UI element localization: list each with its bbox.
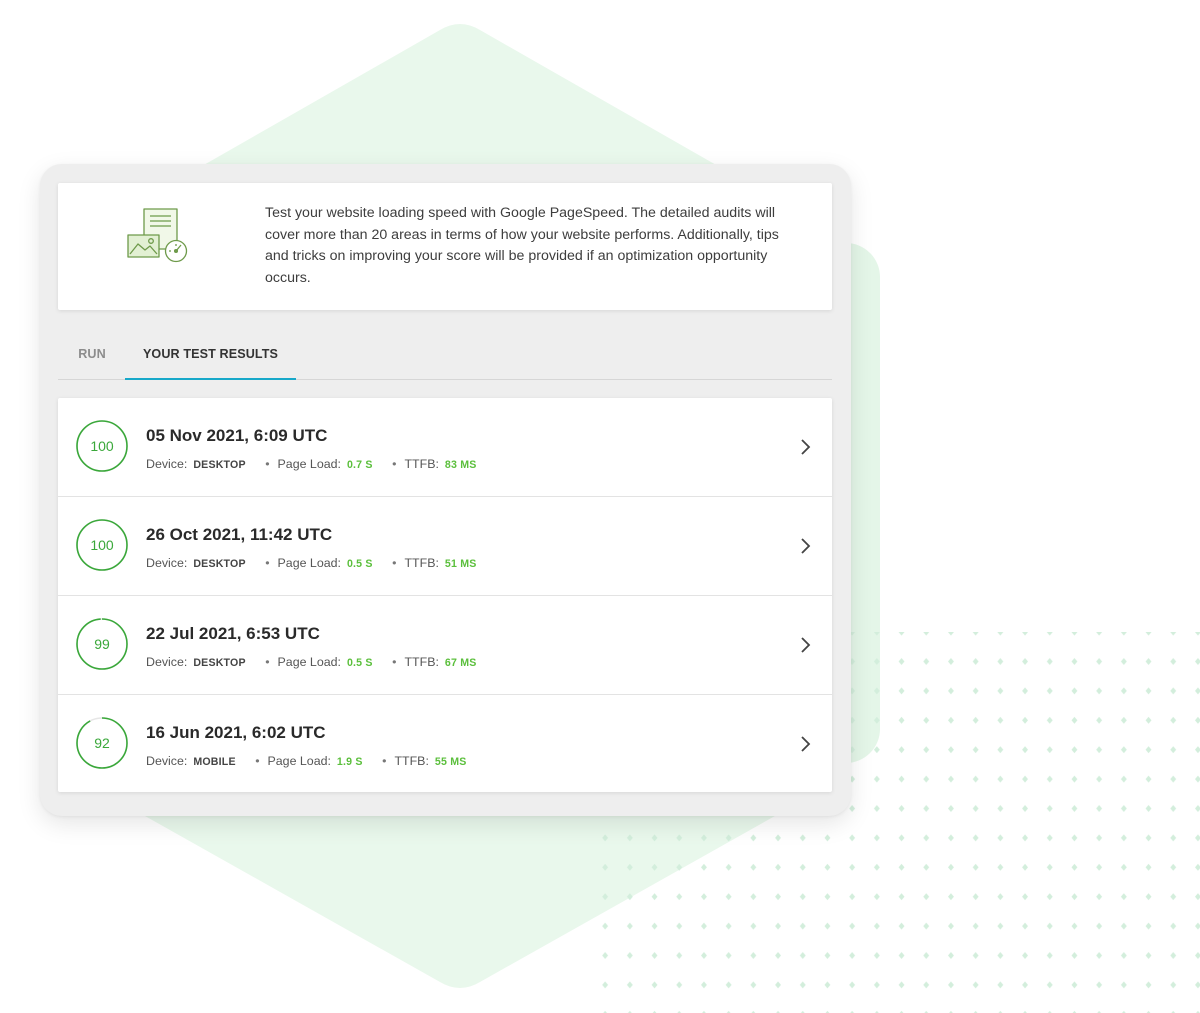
intro-text: Test your website loading speed with Goo… (265, 205, 779, 286)
result-meta: Device: DESKTOP • Page Load: 0.7 S • TTFB: 83… (146, 457, 477, 471)
result-date: 22 Jul 2021, 6:53 UTC (146, 624, 320, 643)
device-value: MOBILE (193, 756, 236, 768)
ttfb-label: TTFB: (394, 754, 429, 768)
score-value: 100 (90, 537, 114, 553)
ttfb-label: TTFB: (404, 655, 439, 669)
device-label: Device: (146, 754, 188, 768)
ttfb-value: 83 MS (444, 459, 477, 471)
score-ring: 100 (76, 519, 128, 571)
tab-run[interactable]: RUN (78, 332, 106, 378)
page-load-label: Page Load: (277, 457, 341, 471)
score-ring: 92 (76, 717, 128, 769)
result-date: 05 Nov 2021, 6:09 UTC (146, 426, 328, 445)
result-tabs: RUN YOUR TEST RESULTS (58, 332, 832, 380)
chevron-right-icon[interactable] (800, 735, 812, 753)
chevron-right-icon[interactable] (800, 537, 812, 555)
result-row[interactable]: 99 22 Jul 2021, 6:53 UTC Device: DESKTOP … (58, 596, 832, 695)
document-image-gauge-icon (127, 208, 188, 263)
result-row[interactable]: 100 26 Oct 2021, 11:42 UTC Device: DESKTO… (58, 497, 832, 596)
page-load-value: 0.7 S (346, 459, 373, 471)
tab-your-test-results[interactable]: YOUR TEST RESULTS (125, 332, 296, 380)
separator: • (255, 754, 260, 768)
page-load-value: 1.9 S (336, 756, 363, 768)
page-load-label: Page Load: (267, 754, 331, 768)
ttfb-value: 51 MS (444, 558, 477, 570)
separator: • (382, 754, 387, 768)
score-value: 92 (94, 735, 110, 751)
result-meta: Device: DESKTOP • Page Load: 0.5 S • TTFB: 67… (146, 655, 477, 669)
score-value: 100 (90, 438, 114, 454)
score-ring: 100 (76, 420, 128, 472)
result-date: 16 Jun 2021, 6:02 UTC (146, 723, 326, 742)
device-label: Device: (146, 556, 188, 570)
separator: • (392, 556, 397, 570)
score-ring: 99 (76, 618, 128, 670)
page-load-value: 0.5 S (346, 558, 373, 570)
separator: • (392, 655, 397, 669)
separator: • (265, 556, 270, 570)
device-value: DESKTOP (193, 558, 246, 570)
page-load-label: Page Load: (277, 556, 341, 570)
result-date: 26 Oct 2021, 11:42 UTC (146, 525, 333, 544)
score-value: 99 (94, 636, 110, 652)
result-meta: Device: MOBILE • Page Load: 1.9 S • TTFB: 55 … (146, 754, 467, 768)
separator: • (265, 655, 270, 669)
page-load-label: Page Load: (277, 655, 341, 669)
device-value: DESKTOP (193, 459, 246, 471)
intro-card: Test your website loading speed with Goo… (58, 183, 832, 310)
result-row[interactable]: 92 16 Jun 2021, 6:02 UTC Device: MOBILE •… (58, 695, 832, 792)
test-results-list: 100 05 Nov 2021, 6:09 UTC Device: DESKTOP… (58, 398, 832, 792)
result-meta: Device: DESKTOP • Page Load: 0.5 S • TTFB: 51… (146, 556, 477, 570)
device-label: Device: (146, 457, 188, 471)
page-load-value: 0.5 S (346, 657, 373, 669)
chevron-right-icon[interactable] (800, 438, 812, 456)
device-label: Device: (146, 655, 188, 669)
ttfb-value: 67 MS (444, 657, 477, 669)
separator: • (392, 457, 397, 471)
device-value: DESKTOP (193, 657, 246, 669)
result-row[interactable]: 100 05 Nov 2021, 6:09 UTC Device: DESKTOP… (58, 398, 832, 497)
ttfb-label: TTFB: (404, 457, 439, 471)
ttfb-value: 55 MS (434, 756, 467, 768)
pagespeed-panel: Test your website loading speed with Goo… (40, 164, 851, 816)
chevron-right-icon[interactable] (800, 636, 812, 654)
ttfb-label: TTFB: (404, 556, 439, 570)
separator: • (265, 457, 270, 471)
